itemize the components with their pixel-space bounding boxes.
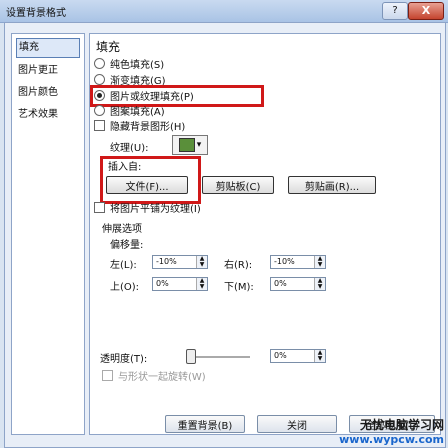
right-offset-label: 右(R): — [224, 260, 253, 271]
solid-fill-option[interactable]: 纯色填充(S) — [94, 56, 165, 71]
radio-button[interactable] — [94, 73, 105, 85]
bottom-offset-label: 下(M): — [224, 282, 254, 293]
reset-background-button[interactable]: 重置背景(B) — [165, 415, 245, 433]
checkbox[interactable] — [102, 369, 113, 381]
transparency-label: 透明度(T): — [100, 354, 148, 365]
title-bar[interactable]: 设置背景格式 ? X — [0, 0, 448, 23]
spin-arrows-icon[interactable]: ▲ ▼ — [196, 256, 207, 268]
clipboard-button[interactable]: 剪贴板(C) — [202, 176, 274, 194]
close-button[interactable]: 关闭 — [257, 415, 337, 433]
tile-label: 将图片平铺为纹理(I) — [110, 203, 201, 215]
stretch-options-label: 伸展选项 — [102, 224, 142, 235]
spin-arrows-icon[interactable]: ▲ ▼ — [196, 278, 207, 290]
left-offset-label: 左(L): — [110, 260, 137, 271]
nav-item-picture-color[interactable]: 图片颜色 — [16, 84, 78, 102]
rotate-with-shape-label: 与形状一起旋转(W) — [118, 371, 206, 383]
right-offset-value: -10% — [274, 257, 295, 266]
radio-button[interactable] — [94, 57, 105, 69]
radio-button[interactable] — [94, 104, 105, 116]
rotate-with-shape-option[interactable]: 与形状一起旋转(W) — [102, 368, 206, 383]
solid-fill-label: 纯色填充(S) — [110, 59, 165, 71]
hide-background-option[interactable]: 隐藏背景图形(H) — [94, 118, 186, 133]
spin-arrows-icon[interactable]: ▲ ▼ — [314, 256, 325, 268]
fill-pane: 填充 纯色填充(S) 渐变填充(G) 图片或纹理填充(P) 图案填充(A) 隐藏… — [89, 33, 441, 435]
picture-texture-fill-option[interactable]: 图片或纹理填充(P) — [94, 88, 194, 103]
chevron-down-icon: ▾ — [196, 140, 202, 150]
left-offset-value: -10% — [156, 257, 177, 266]
transparency-value: 0% — [274, 351, 287, 360]
file-button[interactable]: 文件(F)... — [106, 176, 188, 194]
pattern-fill-label: 图案填充(A) — [110, 106, 165, 118]
help-button[interactable]: ? — [382, 2, 408, 20]
radio-button[interactable] — [94, 89, 105, 101]
nav-item-fill[interactable]: 填充 — [16, 38, 80, 58]
top-offset-value: 0% — [156, 279, 169, 288]
insert-from-label: 插入自: — [108, 162, 142, 173]
section-title: 填充 — [96, 40, 121, 54]
left-offset-spinner[interactable]: -10% ▲ ▼ — [152, 255, 208, 269]
bottom-offset-value: 0% — [274, 279, 287, 288]
texture-label: 纹理(U): — [110, 143, 149, 154]
transparency-slider-track[interactable] — [190, 356, 250, 358]
texture-swatch — [178, 138, 195, 152]
texture-dropdown[interactable]: ▾ — [172, 135, 208, 155]
category-nav: 填充 图片更正 图片颜色 艺术效果 — [11, 33, 85, 435]
watermark-url: www.wypcw.com — [339, 433, 444, 446]
spin-arrows-icon[interactable]: ▲ ▼ — [314, 278, 325, 290]
tile-option[interactable]: 将图片平铺为纹理(I) — [94, 200, 201, 215]
right-offset-spinner[interactable]: -10% ▲ ▼ — [270, 255, 326, 269]
picture-texture-fill-label: 图片或纹理填充(P) — [110, 91, 194, 103]
watermark: 无忧电脑学习网 www.wypcw.com — [339, 416, 444, 446]
top-offset-spinner[interactable]: 0% ▲ ▼ — [152, 277, 208, 291]
transparency-spinner[interactable]: 0% ▲ ▼ — [270, 349, 326, 363]
watermark-title: 无忧电脑学习网 — [359, 418, 444, 432]
transparency-slider-thumb[interactable] — [186, 349, 196, 364]
checkbox[interactable] — [94, 119, 105, 131]
clipart-button[interactable]: 剪贴画(R)... — [288, 176, 376, 194]
offset-label: 偏移量: — [110, 240, 144, 251]
hide-background-label: 隐藏背景图形(H) — [110, 121, 186, 133]
checkbox[interactable] — [94, 201, 105, 213]
bottom-offset-spinner[interactable]: 0% ▲ ▼ — [270, 277, 326, 291]
gradient-fill-option[interactable]: 渐变填充(G) — [94, 72, 166, 87]
nav-item-picture-correction[interactable]: 图片更正 — [16, 62, 78, 80]
top-offset-label: 上(O): — [110, 282, 140, 293]
window-title: 设置背景格式 — [6, 8, 66, 19]
pattern-fill-option[interactable]: 图案填充(A) — [94, 103, 165, 118]
dialog-body: 填充 图片更正 图片颜色 艺术效果 填充 纯色填充(S) 渐变填充(G) 图片或… — [4, 22, 446, 448]
spin-arrows-icon[interactable]: ▲ ▼ — [314, 350, 325, 362]
close-window-button[interactable]: X — [408, 2, 444, 20]
nav-item-artistic-effects[interactable]: 艺术效果 — [16, 106, 78, 124]
